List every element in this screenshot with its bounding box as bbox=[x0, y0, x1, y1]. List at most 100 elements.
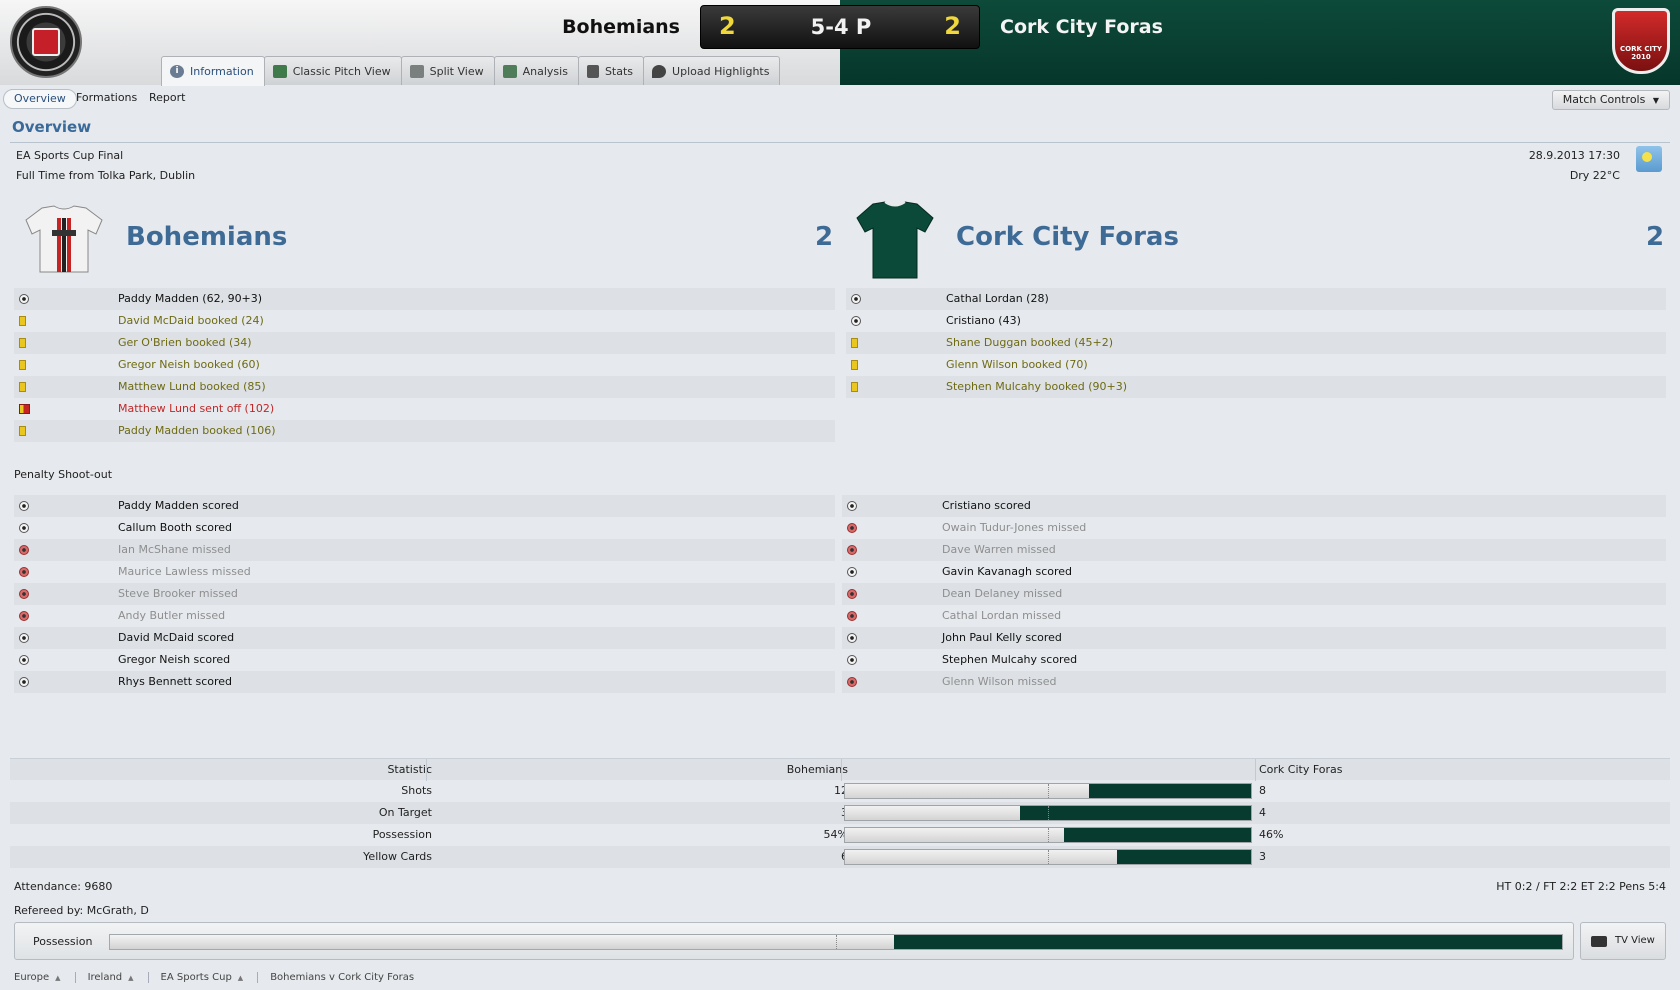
tab-information[interactable]: i Information bbox=[161, 56, 265, 86]
penalty-missed-icon bbox=[847, 523, 857, 533]
breadcrumb-ireland[interactable]: Ireland ▲ bbox=[88, 972, 149, 983]
penalty-missed-icon bbox=[847, 545, 857, 555]
away-events-list: Cathal Lordan (28) Cristiano (43) Shane Du… bbox=[846, 288, 1666, 398]
penalty-text[interactable]: Stephen Mulcahy scored bbox=[942, 653, 1077, 666]
yellow-card-icon bbox=[851, 360, 858, 370]
event-text[interactable]: Stephen Mulcahy booked (90+3) bbox=[946, 380, 1127, 393]
sub-navigation: Overview Formations Report Match Control… bbox=[0, 86, 1680, 114]
event-text[interactable]: Gregor Neish booked (60) bbox=[118, 358, 260, 371]
penalty-text[interactable]: Paddy Madden scored bbox=[118, 499, 239, 512]
penalty-text[interactable]: Cathal Lordan missed bbox=[942, 609, 1061, 622]
event-text[interactable]: Matthew Lund booked (85) bbox=[118, 380, 266, 393]
penalty-text[interactable]: Rhys Bennett scored bbox=[118, 675, 232, 688]
competition-name[interactable]: EA Sports Cup Final bbox=[16, 149, 123, 162]
yellow-card-icon bbox=[851, 338, 858, 348]
stats-row: Possession 54% 46% bbox=[10, 824, 1670, 846]
tab-analysis[interactable]: Analysis bbox=[493, 56, 579, 85]
penalty-text[interactable]: David McDaid scored bbox=[118, 631, 234, 644]
penalty-row: Callum Booth scored bbox=[14, 517, 835, 539]
penalty-scored-icon bbox=[847, 655, 857, 665]
breadcrumb-competition[interactable]: EA Sports Cup ▲ bbox=[161, 972, 259, 983]
stat-label: On Target bbox=[378, 806, 432, 819]
penalty-text[interactable]: Steve Brooker missed bbox=[118, 587, 238, 600]
penalty-scored-icon bbox=[19, 501, 29, 511]
score-summary: HT 0:2 / FT 2:2 ET 2:2 Pens 5:4 bbox=[1496, 880, 1666, 893]
event-row: Cristiano (43) bbox=[846, 310, 1666, 332]
home-team-title[interactable]: Bohemians bbox=[126, 222, 287, 252]
referee-text[interactable]: Refereed by: McGrath, D bbox=[14, 904, 149, 917]
event-text[interactable]: Shane Duggan booked (45+2) bbox=[946, 336, 1113, 349]
penalty-text[interactable]: Owain Tudur-Jones missed bbox=[942, 521, 1086, 534]
event-text[interactable]: Glenn Wilson booked (70) bbox=[946, 358, 1088, 371]
bar-chart-icon bbox=[586, 64, 599, 78]
penalty-text[interactable]: Maurice Lawless missed bbox=[118, 565, 251, 578]
away-team-title[interactable]: Cork City Foras bbox=[956, 222, 1179, 252]
tv-view-button[interactable]: TV View bbox=[1580, 922, 1666, 960]
stat-away-value: 4 bbox=[1259, 806, 1266, 819]
event-row: Gregor Neish booked (60) bbox=[14, 354, 835, 376]
penalty-text[interactable]: Dave Warren missed bbox=[942, 543, 1056, 556]
breadcrumb: Europe ▲ Ireland ▲ EA Sports Cup ▲ Bohemian… bbox=[14, 972, 440, 983]
home-club-crest[interactable] bbox=[10, 6, 82, 78]
tab-stats[interactable]: Stats bbox=[577, 56, 645, 85]
penalty-scored-icon bbox=[847, 567, 857, 577]
home-team-name[interactable]: Bohemians bbox=[560, 16, 680, 38]
penalty-row: Owain Tudur-Jones missed bbox=[842, 517, 1666, 539]
event-text[interactable]: David McDaid booked (24) bbox=[118, 314, 264, 327]
breadcrumb-match[interactable]: Bohemians v Cork City Foras bbox=[270, 972, 428, 983]
analysis-icon bbox=[502, 64, 517, 78]
penalty-row: Dave Warren missed bbox=[842, 539, 1666, 561]
breadcrumb-label: EA Sports Cup bbox=[160, 972, 232, 983]
tab-upload-highlights[interactable]: Upload Highlights bbox=[643, 56, 781, 85]
event-text[interactable]: Paddy Madden booked (106) bbox=[118, 424, 276, 437]
tab-label: Split View bbox=[429, 64, 484, 78]
info-icon: i bbox=[170, 65, 184, 78]
yellow-card-icon bbox=[19, 382, 26, 392]
event-row: Ger O'Brien booked (34) bbox=[14, 332, 835, 354]
away-club-crest[interactable]: CORK CITY 2010 bbox=[1612, 8, 1670, 74]
tab-classic-pitch-view[interactable]: Classic Pitch View bbox=[263, 56, 402, 85]
penalty-text[interactable]: Gavin Kavanagh scored bbox=[942, 565, 1072, 578]
penalty-text[interactable]: Glenn Wilson missed bbox=[942, 675, 1056, 688]
stat-away-fill bbox=[1088, 784, 1251, 798]
subtab-report[interactable]: Report bbox=[139, 89, 195, 109]
penalty-missed-icon bbox=[847, 611, 857, 621]
match-stats-table: Statistic Bohemians Cork City Foras Shot… bbox=[10, 758, 1670, 868]
event-text[interactable]: Cristiano (43) bbox=[946, 314, 1021, 327]
penalty-shootout-label: Penalty Shoot-out bbox=[14, 468, 113, 481]
penalty-text[interactable]: John Paul Kelly scored bbox=[942, 631, 1062, 644]
sunny-weather-icon bbox=[1636, 146, 1662, 172]
yellow-card-icon bbox=[19, 360, 26, 370]
stat-away-value: 8 bbox=[1259, 784, 1266, 797]
scoreboard: 2 5-4 P 2 bbox=[700, 5, 980, 49]
red-card-icon bbox=[19, 404, 30, 414]
penalty-text[interactable]: Cristiano scored bbox=[942, 499, 1031, 512]
stat-away-value: 46% bbox=[1259, 828, 1284, 841]
column-divider bbox=[1255, 759, 1256, 781]
event-text[interactable]: Ger O'Brien booked (34) bbox=[118, 336, 252, 349]
breadcrumb-europe[interactable]: Europe ▲ bbox=[14, 972, 76, 983]
penalty-text[interactable]: Ian McShane missed bbox=[118, 543, 231, 556]
yellow-card-icon bbox=[19, 426, 26, 436]
dropdown-arrow-icon: ▼ bbox=[1652, 96, 1659, 105]
stat-label: Shots bbox=[401, 784, 432, 797]
home-score: 2 bbox=[815, 222, 834, 252]
event-text[interactable]: Cathal Lordan (28) bbox=[946, 292, 1049, 305]
event-text[interactable]: Paddy Madden (62, 90+3) bbox=[118, 292, 262, 305]
event-text[interactable]: Matthew Lund sent off (102) bbox=[118, 402, 274, 415]
penalty-text[interactable]: Andy Butler missed bbox=[118, 609, 225, 622]
away-team-name[interactable]: Cork City Foras bbox=[1000, 16, 1163, 38]
penalty-scored-icon bbox=[19, 655, 29, 665]
tab-split-view[interactable]: Split View bbox=[400, 56, 495, 85]
penalty-missed-icon bbox=[847, 677, 857, 687]
penalty-row: Ian McShane missed bbox=[14, 539, 835, 561]
penalty-text[interactable]: Callum Booth scored bbox=[118, 521, 232, 534]
chevron-up-icon: ▲ bbox=[128, 973, 134, 982]
stat-comparison-bar bbox=[844, 849, 1252, 865]
match-controls-button[interactable]: Match Controls ▼ bbox=[1551, 90, 1670, 110]
penalty-text[interactable]: Gregor Neish scored bbox=[118, 653, 230, 666]
stat-away-fill bbox=[1019, 806, 1251, 820]
penalty-text[interactable]: Dean Delaney missed bbox=[942, 587, 1062, 600]
goal-ball-icon bbox=[851, 316, 861, 326]
subtab-formations[interactable]: Formations bbox=[66, 89, 147, 109]
